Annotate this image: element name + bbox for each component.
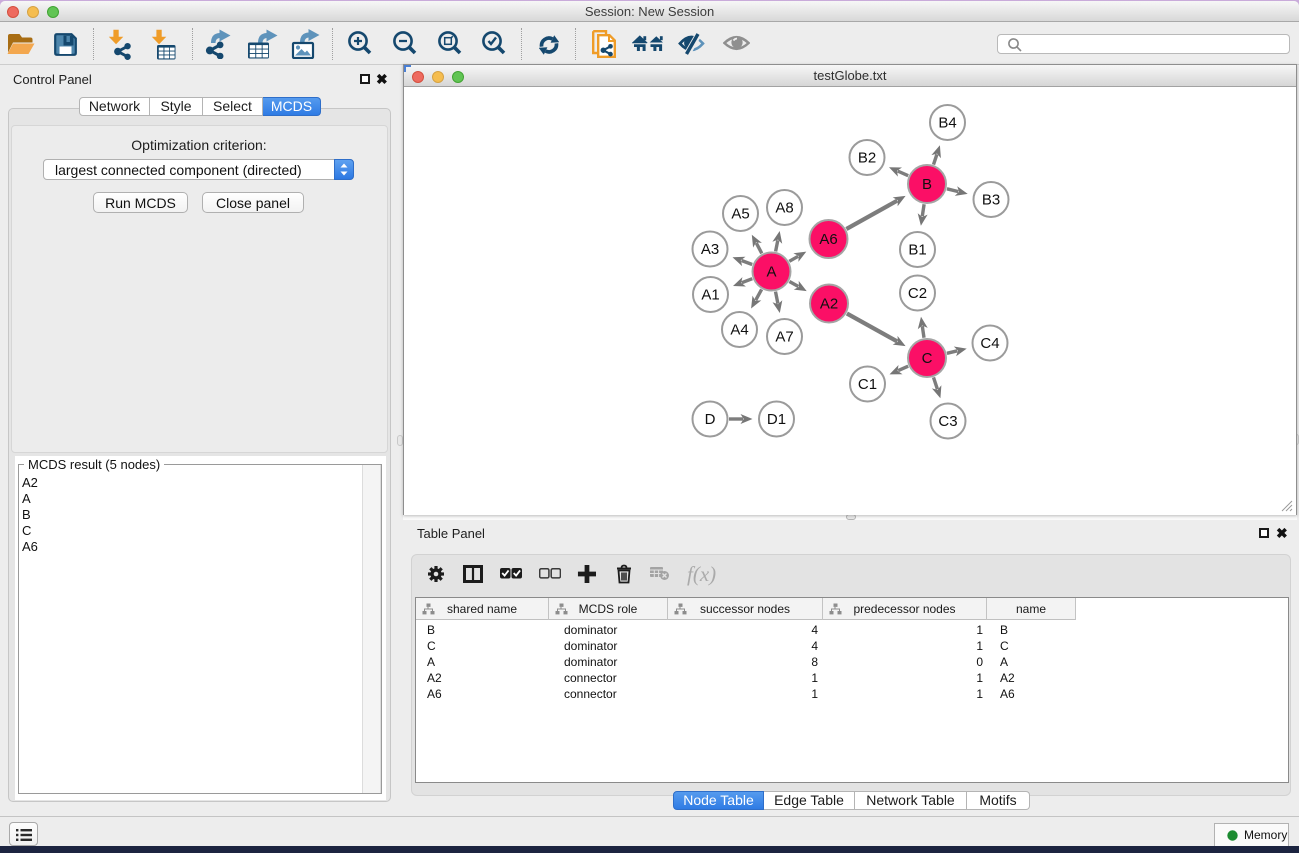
svg-text:A1: A1 bbox=[701, 287, 719, 304]
svg-text:C4: C4 bbox=[980, 335, 999, 352]
svg-text:A7: A7 bbox=[775, 329, 793, 346]
svg-text:C: C bbox=[922, 350, 933, 367]
svg-text:A: A bbox=[766, 264, 776, 281]
svg-text:B3: B3 bbox=[982, 192, 1000, 209]
svg-text:B: B bbox=[922, 176, 932, 193]
svg-text:C2: C2 bbox=[908, 285, 927, 302]
svg-text:A2: A2 bbox=[820, 296, 838, 313]
svg-text:D: D bbox=[705, 411, 716, 428]
svg-text:B4: B4 bbox=[938, 115, 956, 132]
svg-text:B1: B1 bbox=[908, 242, 926, 259]
svg-text:C3: C3 bbox=[938, 413, 957, 430]
svg-text:A6: A6 bbox=[819, 231, 837, 248]
svg-text:B2: B2 bbox=[858, 150, 876, 167]
svg-text:A4: A4 bbox=[730, 322, 748, 339]
svg-text:A5: A5 bbox=[731, 206, 749, 223]
svg-text:D1: D1 bbox=[767, 411, 786, 428]
svg-text:A8: A8 bbox=[775, 200, 793, 217]
svg-text:A3: A3 bbox=[701, 241, 719, 258]
svg-text:C1: C1 bbox=[858, 376, 877, 393]
